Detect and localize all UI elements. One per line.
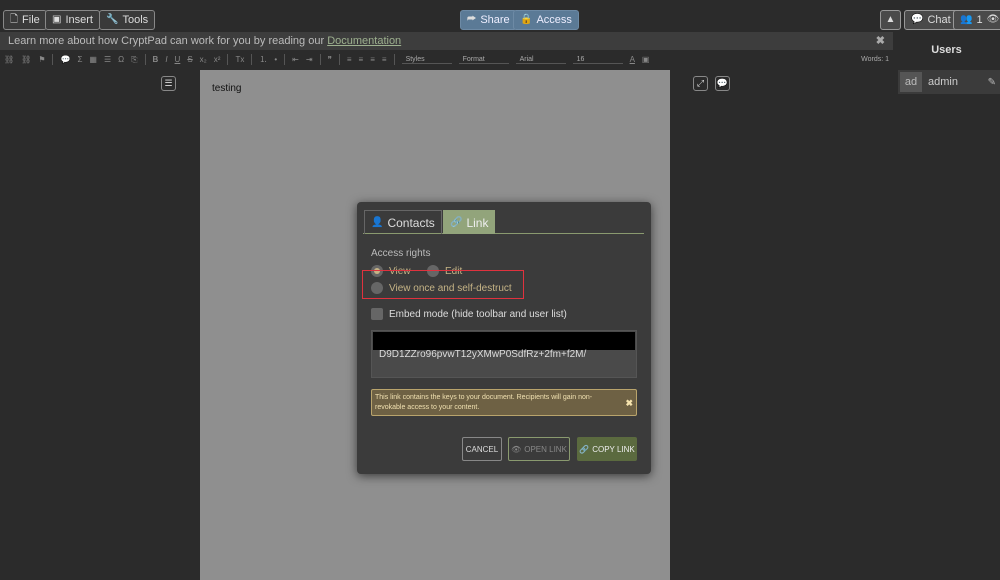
share-dialog: 👤 Contacts 🔗 Link Access rights View Edi… bbox=[357, 202, 651, 474]
font-select[interactable]: Arial bbox=[515, 56, 566, 64]
link-icon: 🔗 bbox=[450, 217, 463, 228]
outdent-icon[interactable]: ⇤ bbox=[292, 55, 299, 64]
toolbar-divider bbox=[393, 54, 395, 65]
underline-icon[interactable]: U bbox=[175, 55, 181, 64]
share-link-text: D9D1ZZro96pvwT12yXMwP0SdfRz+2fm+f2M/ bbox=[379, 349, 587, 360]
numbered-list-icon[interactable]: ⒈ bbox=[259, 54, 267, 65]
styles-select[interactable]: Styles bbox=[401, 56, 452, 64]
tools-menu-button[interactable]: 🔧 Tools bbox=[99, 10, 156, 30]
page-break-icon[interactable]: ⎘ bbox=[131, 55, 137, 65]
chat-button[interactable]: 💬 Chat bbox=[904, 10, 958, 30]
insert-menu-button[interactable]: ▣ Insert bbox=[45, 10, 100, 30]
file-icon: 🗋 bbox=[10, 14, 19, 25]
contacts-icon: 👤 bbox=[371, 217, 384, 228]
collapse-toolbar-button[interactable]: ▲ bbox=[880, 10, 901, 30]
wrench-icon: 🔧 bbox=[106, 14, 119, 25]
background-color-icon[interactable]: ▣ bbox=[642, 55, 650, 64]
warning-text: This link contains the keys to your docu… bbox=[375, 394, 593, 411]
align-center-icon[interactable]: ≡ bbox=[359, 55, 364, 64]
bulleted-list-icon[interactable]: • bbox=[274, 55, 277, 64]
align-right-icon[interactable]: ≡ bbox=[370, 55, 375, 64]
highlight-box bbox=[362, 270, 524, 299]
font-size-select[interactable]: 16 bbox=[572, 56, 623, 64]
access-rights-label: Access rights bbox=[371, 248, 431, 259]
lock-icon: 🔒 bbox=[520, 14, 533, 25]
editor-toolbar: ⛓ ⛓ ⚑ 💬 Σ ▦ ☰ Ω ⎘ B I U S x₂ x² Tx ⒈ • ⇤… bbox=[0, 51, 893, 68]
link-icon: 🔗 bbox=[579, 444, 590, 454]
share-icon: ⮫ bbox=[467, 14, 477, 25]
align-justify-icon[interactable]: ≡ bbox=[382, 55, 387, 64]
copy-link-button[interactable]: 🔗 COPY LINK bbox=[577, 437, 637, 461]
indent-icon[interactable]: ⇥ bbox=[306, 55, 313, 64]
file-menu-button[interactable]: 🗋 File bbox=[3, 10, 47, 30]
cancel-button[interactable]: CANCEL bbox=[462, 437, 502, 461]
toolbar-divider bbox=[319, 54, 321, 65]
subscript-icon[interactable]: x₂ bbox=[200, 55, 207, 64]
toolbar-divider bbox=[338, 54, 340, 65]
remove-format-icon[interactable]: Tx bbox=[235, 55, 244, 64]
info-banner: Learn more about how CryptPad can work f… bbox=[0, 32, 893, 50]
link-icon[interactable]: ⛓ bbox=[4, 55, 14, 64]
toolbar-divider bbox=[52, 54, 54, 65]
access-button[interactable]: 🔒 Access bbox=[513, 10, 579, 30]
close-icon[interactable]: ✖ bbox=[876, 32, 885, 50]
align-left-icon[interactable]: ≡ bbox=[347, 55, 352, 64]
documentation-link[interactable]: Documentation bbox=[327, 35, 401, 47]
open-link-button[interactable]: 👁 OPEN LINK bbox=[508, 437, 570, 461]
users-icon: 👥 bbox=[960, 14, 973, 25]
horizontal-line-icon[interactable]: ☰ bbox=[104, 55, 111, 64]
anchor-icon[interactable]: ⚑ bbox=[38, 55, 45, 64]
superscript-icon[interactable]: x² bbox=[214, 55, 221, 64]
close-icon[interactable]: ✖ bbox=[625, 398, 633, 408]
sigma-icon[interactable]: Σ bbox=[77, 55, 82, 64]
share-link-field[interactable]: D9D1ZZro96pvwT12yXMwP0SdfRz+2fm+f2M/ bbox=[371, 330, 637, 378]
tab-link[interactable]: 🔗 Link bbox=[443, 210, 496, 234]
toolbar-divider bbox=[251, 54, 253, 65]
eye-icon: 👁 bbox=[986, 14, 1000, 25]
toolbar-divider bbox=[284, 54, 286, 65]
bold-icon[interactable]: B bbox=[153, 55, 159, 64]
comment-icon[interactable]: 💬 bbox=[60, 55, 70, 64]
embed-checkbox[interactable] bbox=[371, 308, 383, 320]
chat-icon: 💬 bbox=[911, 14, 924, 25]
strike-icon[interactable]: S bbox=[187, 55, 192, 64]
blockquote-icon[interactable]: ❞ bbox=[328, 55, 332, 64]
text-color-icon[interactable]: A bbox=[630, 55, 635, 64]
users-title: Users bbox=[931, 44, 962, 56]
toolbar-divider bbox=[227, 54, 229, 65]
italic-icon[interactable]: I bbox=[165, 55, 167, 64]
toolbar-divider bbox=[144, 54, 146, 65]
chevron-up-icon: ▲ bbox=[885, 14, 896, 25]
unlink-icon[interactable]: ⛓ bbox=[21, 55, 31, 64]
word-count: Words: 1 bbox=[861, 56, 889, 63]
warning-alert: This link contains the keys to your docu… bbox=[371, 389, 637, 416]
eye-icon: 👁 bbox=[511, 444, 522, 454]
share-tabs: 👤 Contacts 🔗 Link bbox=[363, 208, 644, 234]
share-button[interactable]: ⮫ Share bbox=[460, 10, 517, 30]
tab-contacts[interactable]: 👤 Contacts bbox=[364, 210, 442, 234]
table-icon[interactable]: ▦ bbox=[89, 55, 97, 64]
userlist-button[interactable]: 👥 1 👁 0 bbox=[953, 10, 1000, 30]
embed-mode-option[interactable]: Embed mode (hide toolbar and user list) bbox=[371, 308, 567, 320]
special-char-icon[interactable]: Ω bbox=[118, 55, 124, 64]
image-icon: ▣ bbox=[52, 14, 62, 25]
redaction-bar bbox=[373, 332, 635, 350]
format-select[interactable]: Format bbox=[458, 56, 509, 64]
